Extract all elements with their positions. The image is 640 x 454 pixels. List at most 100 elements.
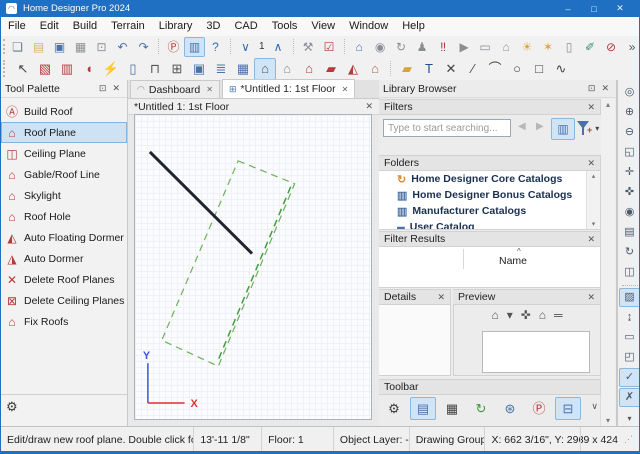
palette-item-roof-plane[interactable]: ⌂Roof Plane [1, 122, 127, 143]
tab-close-icon[interactable]: ✕ [342, 85, 349, 94]
minimize-button[interactable]: – [555, 4, 581, 14]
search-next-icon[interactable]: ▶ [536, 121, 544, 132]
temporary-dimensions-icon[interactable]: ✓ [619, 368, 640, 387]
toolbar-drag-handle[interactable] [3, 39, 5, 54]
center-view-icon[interactable]: ◉ [619, 203, 640, 222]
zoom-out-icon[interactable]: ⊖ [619, 123, 640, 142]
menu-cad[interactable]: CAD [227, 17, 264, 36]
tab-dashboard[interactable]: ◠Dashboard✕ [130, 80, 220, 98]
preview-color-icon[interactable]: ⌂ [539, 308, 546, 322]
filter-results-list[interactable]: ^ Name [379, 247, 601, 288]
undo-icon[interactable]: ↶ [112, 37, 133, 57]
menu-library[interactable]: Library [152, 17, 200, 36]
dimension-icon[interactable]: ▰ [396, 58, 418, 80]
close-panel-icon[interactable]: ✕ [598, 83, 612, 94]
disable-paint-icon[interactable]: ⊘ [601, 37, 622, 57]
undo-zoom-icon[interactable]: ◱ [619, 143, 640, 162]
framing-house-icon[interactable]: ⌂ [298, 58, 320, 80]
plan-check-icon[interactable]: Ⓟ [163, 37, 184, 57]
library-scrollbar[interactable]: ▴ ▾ [600, 99, 615, 426]
library-settings-icon[interactable]: ⚙ [381, 397, 407, 420]
walkthrough-icon[interactable]: ♟ [412, 37, 433, 57]
refresh-library-icon[interactable]: ↻ [468, 397, 494, 420]
menu-edit[interactable]: Edit [33, 17, 66, 36]
roof-baseline-drawn[interactable] [150, 152, 252, 254]
preview-dimensions-icon[interactable]: ═ [554, 308, 563, 322]
search-prev-icon[interactable]: ◀ [518, 121, 526, 132]
cad-box-icon[interactable]: □ [528, 58, 550, 80]
browse-library-button[interactable]: ▥ [551, 118, 575, 140]
list-view-icon[interactable]: ▤ [410, 397, 436, 420]
overflow-more-icon[interactable]: » [622, 37, 640, 57]
column-divider[interactable] [463, 249, 464, 269]
tab-close-icon[interactable]: ✕ [206, 85, 213, 94]
stairs-icon[interactable]: ≣ [210, 58, 232, 80]
close-button[interactable]: ✕ [607, 3, 633, 14]
menu-help[interactable]: Help [395, 17, 432, 36]
core-content-icon[interactable]: Ⓟ [526, 397, 552, 420]
clear-view-icon[interactable]: ▭ [619, 328, 640, 347]
record-walkthrough-icon[interactable]: ▶ [454, 37, 475, 57]
multiple-floors-icon[interactable]: ▦ [232, 58, 254, 80]
straight-wall-icon[interactable]: ▧ [34, 58, 56, 80]
name-column-header[interactable]: Name [499, 255, 527, 267]
curved-wall-icon[interactable]: ◖ [78, 58, 100, 80]
palette-item-auto-dormer[interactable]: ◮Auto Dormer [1, 248, 127, 269]
help-icon[interactable]: ? [205, 37, 226, 57]
material-eyedropper-icon[interactable]: ✐ [580, 37, 601, 57]
library-search-input[interactable] [383, 119, 511, 137]
layer-display-options-icon[interactable]: ▤ [619, 223, 640, 242]
play-walkthrough-icon[interactable]: ▭ [475, 37, 496, 57]
preferences-icon[interactable]: ☑ [319, 37, 340, 57]
print-icon[interactable]: ▦ [70, 37, 91, 57]
redo-icon[interactable]: ↷ [133, 37, 154, 57]
roof-tools-icon[interactable]: ⌂ [254, 58, 276, 80]
float-panel-icon[interactable]: ⊡ [96, 83, 110, 94]
floor-up-icon[interactable]: ∧ [268, 37, 289, 57]
preview-fill-window-icon[interactable]: ✜ [521, 308, 531, 322]
menu-tools[interactable]: Tools [265, 17, 305, 36]
scroll-down-icon[interactable]: ▾ [601, 416, 615, 425]
save-plan-icon[interactable]: ▣ [49, 37, 70, 57]
scroll-down-icon[interactable]: ▾ [587, 220, 600, 228]
cad-circle-icon[interactable]: ○ [506, 58, 528, 80]
palette-item-build-roof[interactable]: ⒶBuild Roof [1, 101, 127, 122]
close-section-icon[interactable]: ✕ [587, 158, 595, 169]
gable-roof-icon[interactable]: ⌂ [364, 58, 386, 80]
menu-build[interactable]: Build [66, 17, 104, 36]
palette-item-delete-ceiling-planes[interactable]: ⊠Delete Ceiling Planes [1, 290, 127, 311]
cross-section-icon[interactable]: ⌂ [496, 37, 517, 57]
zoom-region-icon[interactable]: ◎ [619, 83, 640, 102]
new-plan-icon[interactable]: ❏ [7, 37, 28, 57]
sun-light-icon[interactable]: ☀ [517, 37, 538, 57]
toolbar-chevron-icon[interactable]: ∨ [591, 401, 598, 412]
dormer-icon[interactable]: ◭ [342, 58, 364, 80]
online-catalogs-icon[interactable]: ⊛ [497, 397, 523, 420]
view-close-icon[interactable]: ✕ [365, 101, 373, 112]
grid-view-icon[interactable]: ▦ [439, 397, 465, 420]
zoom-in-icon[interactable]: ⊕ [619, 103, 640, 122]
catalog-folders-icon[interactable]: ⊟ [555, 397, 581, 420]
palette-item-gable-roof-line[interactable]: ⌂Gable/Roof Line [1, 164, 127, 185]
adjust-lights-icon[interactable]: ✶ [538, 37, 559, 57]
camera-view-icon[interactable]: ◉ [370, 37, 391, 57]
orbit-camera-icon[interactable]: ↻ [391, 37, 412, 57]
cad-cross-icon[interactable]: ✕ [440, 58, 462, 80]
select-objects-icon[interactable]: ↖ [12, 58, 34, 80]
folder-item-bonus-catalogs[interactable]: ▥Home Designer Bonus Catalogs [379, 187, 600, 203]
fill-window-icon[interactable]: ✛ [619, 163, 640, 182]
close-section-icon[interactable]: ✕ [437, 292, 445, 303]
color-display-toggle-icon[interactable]: ▨ [619, 288, 640, 307]
close-section-icon[interactable]: ✕ [587, 102, 595, 113]
refresh-display-icon[interactable]: ↨ [619, 308, 640, 327]
scroll-up-icon[interactable]: ▴ [601, 100, 615, 109]
delete-temporary-dimensions-icon[interactable]: ✗ [619, 388, 640, 407]
setup-wrench-icon[interactable]: ⚒ [298, 37, 319, 57]
palette-item-fix-roofs[interactable]: ⌂Fix Roofs [1, 311, 127, 332]
doorway-icon[interactable]: ⊓ [144, 58, 166, 80]
print-preview-icon[interactable]: ◰ [619, 348, 640, 367]
cad-arc-icon[interactable]: ⌒ [484, 58, 506, 80]
roof-planes-icon[interactable]: ▰ [320, 58, 342, 80]
preview-display-dropdown-icon[interactable]: ▾ [507, 308, 513, 322]
menu-3d[interactable]: 3D [199, 17, 227, 36]
